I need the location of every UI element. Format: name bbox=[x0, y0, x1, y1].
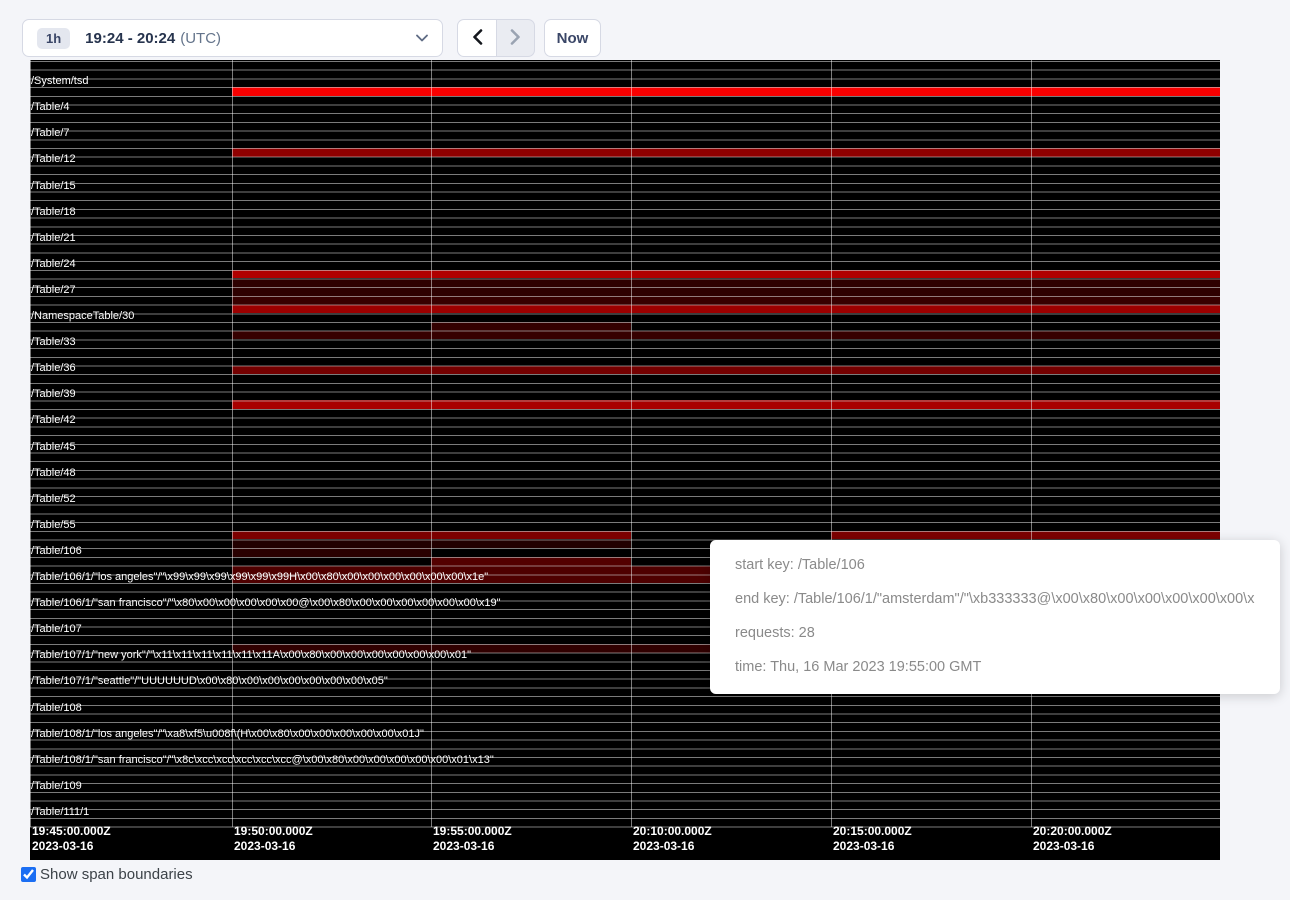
span-label: /Table/33 bbox=[31, 336, 76, 348]
span-label: /Table/42 bbox=[31, 414, 76, 426]
time-tick-time: 19:45:00.000Z bbox=[32, 824, 111, 839]
time-tick: 19:55:00.000Z2023-03-16 bbox=[433, 824, 512, 854]
time-tick: 19:50:00.000Z2023-03-16 bbox=[234, 824, 313, 854]
span-label: /Table/24 bbox=[31, 258, 76, 270]
span-label: /Table/45 bbox=[31, 441, 76, 453]
time-gridline bbox=[431, 60, 432, 827]
span-label: /Table/109 bbox=[31, 780, 82, 792]
time-tick: 20:10:00.000Z2023-03-16 bbox=[633, 824, 712, 854]
time-tick: 19:45:00.000Z2023-03-16 bbox=[32, 824, 111, 854]
heatmap-canvas[interactable]: /System/tsd/Table/4/Table/7/Table/12/Tab… bbox=[30, 60, 1220, 860]
time-range-selector[interactable]: 1h 19:24 - 20:24 (UTC) bbox=[22, 19, 443, 57]
span-label: /Table/4 bbox=[31, 101, 70, 113]
time-tick: 20:15:00.000Z2023-03-16 bbox=[833, 824, 912, 854]
now-button[interactable]: Now bbox=[544, 19, 601, 57]
time-tick-time: 20:10:00.000Z bbox=[633, 824, 712, 839]
span-label: /Table/21 bbox=[31, 232, 76, 244]
chevron-down-icon bbox=[416, 34, 428, 42]
time-tick-time: 20:20:00.000Z bbox=[1033, 824, 1112, 839]
span-label: /Table/107 bbox=[31, 623, 82, 635]
span-label: /Table/36 bbox=[31, 362, 76, 374]
span-label: /Table/106/1/"los angeles"/"\x99\x99\x99… bbox=[31, 571, 488, 583]
span-label: /System/tsd bbox=[31, 75, 88, 87]
span-label: /Table/107/1/"seattle"/"UUUUUUD\x00\x80\… bbox=[31, 675, 388, 687]
next-time-button[interactable] bbox=[496, 19, 535, 57]
prev-time-button[interactable] bbox=[457, 19, 496, 57]
time-gridline bbox=[831, 60, 832, 827]
span-label: /Table/48 bbox=[31, 467, 76, 479]
chevron-left-icon bbox=[472, 29, 483, 48]
time-tick-time: 20:15:00.000Z bbox=[833, 824, 912, 839]
span-label: /Table/7 bbox=[31, 127, 70, 139]
span-label: /Table/12 bbox=[31, 153, 76, 165]
time-zone-label: (UTC) bbox=[180, 30, 221, 47]
tooltip-end-key: end key: /Table/106/1/"amsterdam"/"\xb33… bbox=[735, 589, 1255, 609]
span-label: /Table/106/1/"san francisco"/"\x80\x00\x… bbox=[31, 597, 501, 609]
span-label: /Table/106 bbox=[31, 545, 82, 557]
time-tick-date: 2023-03-16 bbox=[833, 839, 912, 854]
span-label: /Table/27 bbox=[31, 284, 76, 296]
time-tick-date: 2023-03-16 bbox=[433, 839, 512, 854]
show-span-boundaries-control[interactable]: Show span boundaries bbox=[21, 866, 193, 883]
tooltip-time: time: Thu, 16 Mar 2023 19:55:00 GMT bbox=[735, 657, 1255, 677]
tooltip-requests: requests: 28 bbox=[735, 623, 1255, 643]
time-gridline bbox=[631, 60, 632, 827]
time-tick-date: 2023-03-16 bbox=[633, 839, 712, 854]
chevron-right-icon bbox=[510, 29, 521, 48]
time-window-badge: 1h bbox=[37, 28, 70, 49]
time-tick-time: 19:55:00.000Z bbox=[433, 824, 512, 839]
span-label: /Table/18 bbox=[31, 206, 76, 218]
show-span-boundaries-label: Show span boundaries bbox=[40, 866, 193, 883]
span-label: /Table/108/1/"san francisco"/"\x8c\xcc\x… bbox=[31, 754, 494, 766]
time-gridline bbox=[232, 60, 233, 827]
tooltip-start-key: start key: /Table/106 bbox=[735, 555, 1255, 575]
time-tick-time: 19:50:00.000Z bbox=[234, 824, 313, 839]
time-tick-date: 2023-03-16 bbox=[32, 839, 111, 854]
span-label: /Table/111/1 bbox=[31, 806, 89, 818]
span-label: /Table/108 bbox=[31, 702, 82, 714]
time-tick-date: 2023-03-16 bbox=[1033, 839, 1112, 854]
span-label: /Table/55 bbox=[31, 519, 76, 531]
span-label: /Table/52 bbox=[31, 493, 76, 505]
time-tick-date: 2023-03-16 bbox=[234, 839, 313, 854]
span-label: /Table/108/1/"los angeles"/"\xa8\xf5\u00… bbox=[31, 728, 424, 740]
time-gridline bbox=[1031, 60, 1032, 827]
time-tick: 20:20:00.000Z2023-03-16 bbox=[1033, 824, 1112, 854]
span-label: /Table/107/1/"new york"/"\x11\x11\x11\x1… bbox=[31, 649, 471, 661]
span-label: /Table/15 bbox=[31, 180, 76, 192]
show-span-boundaries-checkbox[interactable] bbox=[21, 867, 36, 882]
time-range-label: 19:24 - 20:24 bbox=[85, 30, 175, 47]
key-visualizer-page: 1h 19:24 - 20:24 (UTC) Now /System/tsd/T… bbox=[0, 0, 1290, 900]
time-nav-group bbox=[457, 19, 535, 57]
span-label: /Table/39 bbox=[31, 388, 76, 400]
span-boundaries-overlay bbox=[30, 61, 1220, 828]
span-label: /NamespaceTable/30 bbox=[31, 310, 134, 322]
hover-tooltip: start key: /Table/106 end key: /Table/10… bbox=[710, 540, 1280, 694]
